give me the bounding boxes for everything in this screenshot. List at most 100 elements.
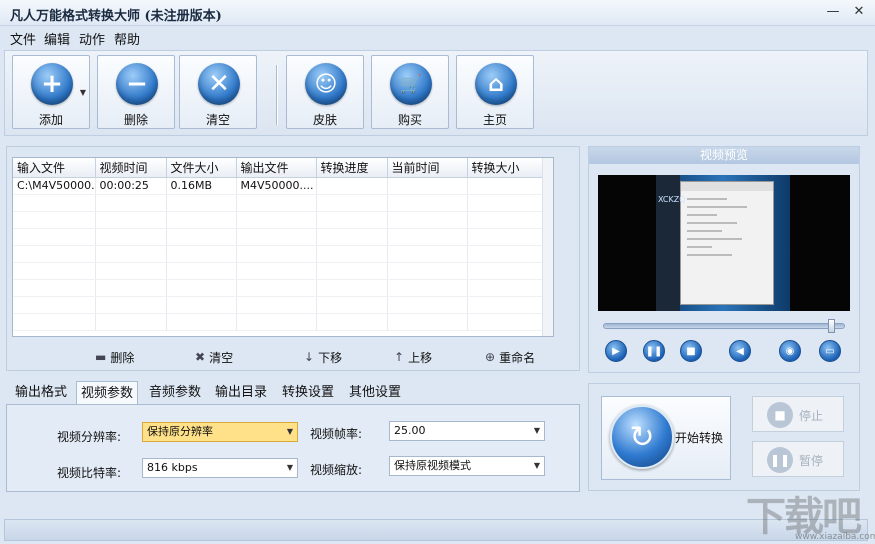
seek-slider[interactable]: [603, 319, 845, 333]
dropdown-arrow-icon[interactable]: ▼: [80, 88, 86, 97]
framerate-value: 25.00: [394, 424, 426, 437]
preview-title: 视频预览: [589, 147, 859, 164]
table-row: [13, 245, 544, 263]
delete-button[interactable]: − 删除: [97, 55, 175, 129]
cell-video-time: 00:00:25: [95, 177, 167, 195]
tab-output-format[interactable]: 输出格式: [8, 381, 74, 405]
pause-convert-button[interactable]: ❚❚ 暂停: [752, 441, 844, 477]
move-down-button[interactable]: ↓ 下移: [304, 348, 342, 366]
video-overlay-text: XCKZQ: [658, 195, 686, 204]
cart-icon: 🛒: [390, 63, 432, 105]
volume-button[interactable]: ◀: [729, 340, 751, 362]
start-convert-button[interactable]: ↻ 开始转换: [601, 396, 731, 480]
bitrate-select[interactable]: 816 kbps ▼: [142, 458, 298, 478]
play-icon: ▶: [612, 345, 620, 357]
close-button[interactable]: ✕: [850, 4, 868, 20]
plus-icon: +: [31, 63, 73, 105]
chevron-down-icon: ▼: [286, 463, 293, 472]
resolution-select[interactable]: 保持原分辨率 ▼: [142, 422, 298, 442]
menu-edit[interactable]: 编辑: [44, 29, 70, 48]
resolution-value: 保持原分辨率: [147, 425, 213, 438]
list-clear-label: 清空: [209, 350, 234, 365]
video-params-panel: 视频分辨率: 保持原分辨率 ▼ 视频帧率: 25.00 ▼ 视频比特率: 816…: [6, 404, 580, 492]
resolution-label: 视频分辨率:: [57, 430, 122, 444]
minimize-button[interactable]: —: [824, 4, 842, 20]
rename-button[interactable]: ⊕ 重命名: [485, 348, 535, 366]
cell-converted-size: [467, 177, 544, 195]
chevron-down-icon: ▼: [533, 461, 540, 470]
move-up-label: 上移: [408, 350, 433, 365]
stop-convert-label: 停止: [799, 409, 824, 423]
file-list-panel: 输入文件 视频时间 文件大小 输出文件 转换进度 当前时间 转换大小 C:\M4…: [6, 146, 580, 371]
tab-convert-settings[interactable]: 转换设置: [275, 381, 341, 405]
x-icon: ✖: [195, 350, 206, 364]
tab-other-settings[interactable]: 其他设置: [342, 381, 408, 405]
column-header-output-file[interactable]: 输出文件: [236, 158, 317, 178]
arrow-up-icon: ↑: [394, 350, 405, 364]
table-row: [13, 228, 544, 246]
stop-convert-button[interactable]: ■ 停止: [752, 396, 844, 432]
scale-select[interactable]: 保持原视频模式 ▼: [389, 456, 545, 476]
snapshot-button[interactable]: ◉: [779, 340, 801, 362]
play-button[interactable]: ▶: [605, 340, 627, 362]
menu-action[interactable]: 动作: [79, 29, 105, 48]
cell-progress: [316, 177, 388, 195]
toolbar-separator: [276, 65, 278, 125]
tab-output-dir[interactable]: 输出目录: [208, 381, 274, 405]
table-row[interactable]: C:\M4V50000... 00:00:25 0.16MB M4V50000.…: [13, 177, 544, 195]
move-up-button[interactable]: ↑ 上移: [394, 348, 432, 366]
column-header-current-time[interactable]: 当前时间: [387, 158, 468, 178]
tab-video-params[interactable]: 视频参数: [76, 381, 138, 406]
column-header-file-size[interactable]: 文件大小: [166, 158, 237, 178]
table-header-row: 输入文件 视频时间 文件大小 输出文件 转换进度 当前时间 转换大小: [13, 158, 544, 178]
pause-button[interactable]: ❚❚: [643, 340, 665, 362]
home-button[interactable]: ⌂ 主页: [456, 55, 534, 129]
refresh-arrow-icon: ↻: [610, 405, 674, 469]
list-clear-button[interactable]: ✖ 清空: [195, 348, 233, 366]
skin-button[interactable]: ☺ 皮肤: [286, 55, 364, 129]
toolbar: + ▼ 添加 − 删除 ✕ 清空 ☺ 皮肤 🛒 购买 ⌂ 主页: [4, 50, 868, 136]
chevron-down-icon: ▼: [533, 426, 540, 435]
tab-audio-params[interactable]: 音频参数: [142, 381, 208, 405]
column-header-progress[interactable]: 转换进度: [316, 158, 388, 178]
column-header-converted-size[interactable]: 转换大小: [467, 158, 544, 178]
framerate-label: 视频帧率:: [310, 427, 363, 441]
pause-icon: ❚❚: [767, 447, 793, 473]
buy-button[interactable]: 🛒 购买: [371, 55, 449, 129]
skin-label: 皮肤: [312, 113, 337, 127]
start-convert-label: 开始转换: [675, 431, 724, 445]
menu-file[interactable]: 文件: [10, 29, 36, 48]
column-header-video-time[interactable]: 视频时间: [95, 158, 167, 178]
delete-label: 删除: [123, 113, 148, 127]
table-row: [13, 296, 544, 314]
preview-panel: 视频预览 XCKZQ ▶ ❚❚ ■ ◀ ◉ ▭: [588, 146, 860, 373]
list-delete-button[interactable]: ▬ 删除: [95, 348, 134, 366]
seek-thumb[interactable]: [828, 319, 835, 333]
cell-file-size: 0.16MB: [166, 177, 237, 195]
rename-label: 重命名: [499, 350, 536, 365]
framerate-select[interactable]: 25.00 ▼: [389, 421, 545, 441]
menu-help[interactable]: 帮助: [114, 29, 140, 48]
watermark-url: www.xiazaiba.com: [795, 532, 875, 542]
buy-label: 购买: [397, 113, 422, 127]
add-button[interactable]: + ▼ 添加: [12, 55, 90, 129]
clear-label: 清空: [205, 113, 230, 127]
table-row: [13, 194, 544, 212]
smiley-icon: ☺: [305, 63, 347, 105]
pause-convert-label: 暂停: [799, 454, 824, 468]
open-folder-button[interactable]: ▭: [819, 340, 841, 362]
arrow-down-icon: ↓: [304, 350, 315, 364]
file-table[interactable]: 输入文件 视频时间 文件大小 输出文件 转换进度 当前时间 转换大小 C:\M4…: [12, 157, 554, 337]
home-icon: ⌂: [475, 63, 517, 105]
menu-bar: 文件 编辑 动作 帮助: [0, 26, 875, 48]
column-header-input-file[interactable]: 输入文件: [13, 158, 96, 178]
camera-icon: ◉: [785, 345, 795, 357]
minus-icon: ▬: [95, 350, 107, 364]
vertical-scrollbar[interactable]: [542, 158, 553, 336]
x-icon: ✕: [198, 63, 240, 105]
stop-icon: ■: [767, 402, 793, 428]
stop-button[interactable]: ■: [680, 340, 702, 362]
chevron-down-icon: ▼: [286, 427, 293, 436]
status-bar: [4, 519, 868, 541]
clear-button[interactable]: ✕ 清空: [179, 55, 257, 129]
